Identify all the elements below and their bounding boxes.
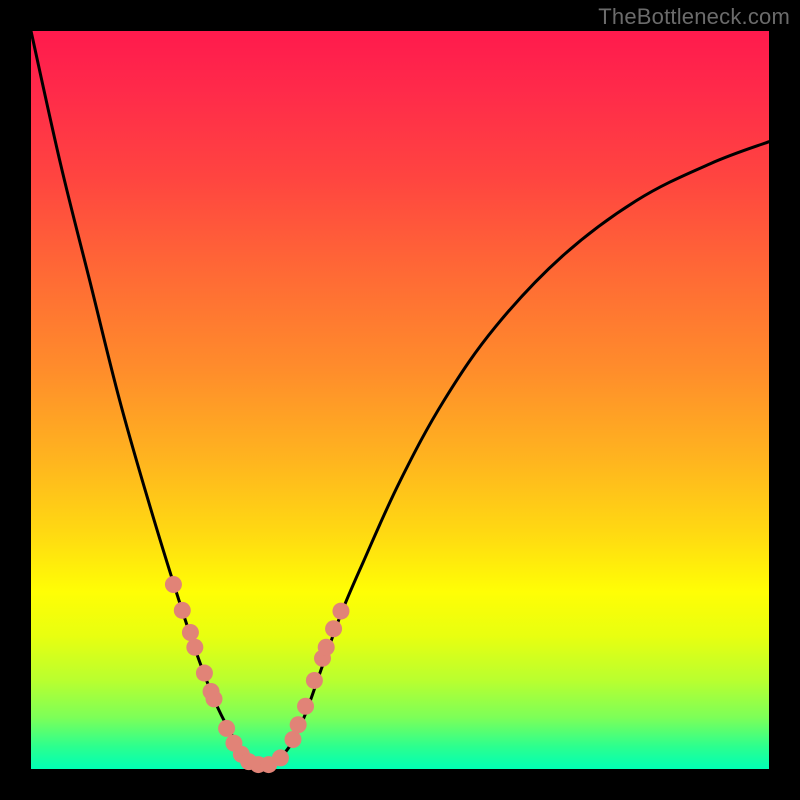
marker-dot (284, 731, 301, 748)
marker-dot (332, 603, 349, 620)
marker-dot (186, 639, 203, 656)
bottleneck-curve (31, 31, 769, 765)
marker-dot (318, 639, 335, 656)
marker-dot (290, 716, 307, 733)
marker-dot (196, 665, 213, 682)
marker-dot (182, 624, 199, 641)
plot-area (31, 31, 769, 769)
marker-dot (272, 749, 289, 766)
chart-frame: TheBottleneck.com (0, 0, 800, 800)
marker-dot (218, 720, 235, 737)
watermark-text: TheBottleneck.com (598, 4, 790, 30)
marker-dot (325, 620, 342, 637)
marker-dot (174, 602, 191, 619)
marker-dot (297, 698, 314, 715)
marker-dot (165, 576, 182, 593)
marker-group (165, 576, 350, 773)
curve-layer (31, 31, 769, 769)
marker-dot (306, 672, 323, 689)
marker-dot (206, 690, 223, 707)
